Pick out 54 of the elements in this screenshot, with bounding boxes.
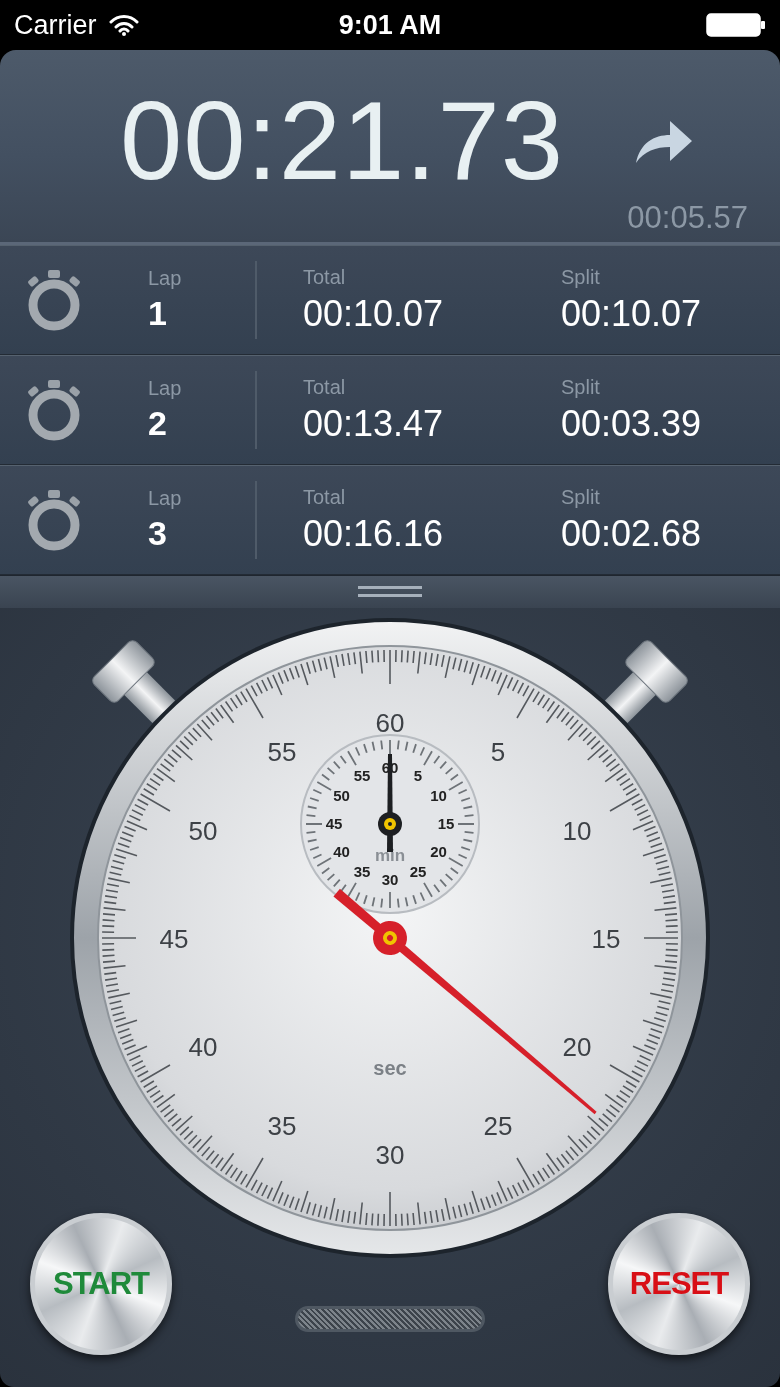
battery-icon xyxy=(706,13,766,37)
split-label: Split xyxy=(561,265,601,289)
dial-number: 35 xyxy=(267,1111,297,1142)
total-label: Total xyxy=(303,375,347,399)
split-label: Split xyxy=(561,485,601,509)
total-time: 00:13.47 xyxy=(303,402,445,445)
dial-number: 40 xyxy=(188,1032,218,1062)
lap-number: 2 xyxy=(148,404,168,443)
subdial-number: 35 xyxy=(353,863,371,881)
start-button[interactable]: START xyxy=(30,1213,172,1355)
dial-number: 25 xyxy=(483,1111,513,1142)
clock-time: 9:01 AM xyxy=(338,9,442,40)
subdial-number: 50 xyxy=(333,787,350,804)
carrier-name: Carrier xyxy=(14,9,97,41)
dial-number: 10 xyxy=(562,816,592,846)
subdial-number: 40 xyxy=(333,843,350,860)
crown-button[interactable] xyxy=(89,637,176,724)
dial-number: 30 xyxy=(375,1140,405,1170)
split-label: Split xyxy=(561,375,601,399)
dial-number: 5 xyxy=(490,736,506,767)
reset-button[interactable]: RESET xyxy=(608,1213,750,1355)
split-time: 00:03.39 xyxy=(561,402,702,445)
lap-label: Lap xyxy=(148,487,183,510)
split-time: 00:02.68 xyxy=(561,512,702,555)
dial-number: 15 xyxy=(591,924,621,954)
lap-label: Lap xyxy=(148,377,183,400)
dial-number: 20 xyxy=(562,1032,592,1062)
elapsed-time: 00:21.73 xyxy=(120,85,564,197)
dial-number: 60 xyxy=(375,708,405,738)
subdial-number: 45 xyxy=(325,815,343,832)
drag-handle-icon[interactable] xyxy=(358,585,422,599)
subdial-number: 5 xyxy=(413,766,423,784)
split-time: 00:10.07 xyxy=(561,292,702,335)
subdial-number: 30 xyxy=(381,871,399,888)
subdial-number: 20 xyxy=(430,843,447,860)
lap-number: 3 xyxy=(148,514,168,553)
second-unit: sec xyxy=(373,1057,407,1079)
dial-number: 50 xyxy=(188,816,218,846)
dial-number: 45 xyxy=(159,924,189,954)
total-label: Total xyxy=(303,485,347,509)
dial-number: 55 xyxy=(267,736,297,767)
lap-time: 00:05.57 xyxy=(627,200,748,236)
total-time: 00:10.07 xyxy=(303,292,445,335)
lap-label: Lap xyxy=(148,267,183,290)
subdial-number: 55 xyxy=(353,766,371,784)
subdial-number: 15 xyxy=(437,815,455,832)
subdial-number: 25 xyxy=(409,863,427,881)
crown-button[interactable] xyxy=(604,637,691,724)
total-time: 00:16.16 xyxy=(303,512,445,555)
total-label: Total xyxy=(303,265,347,289)
minute-unit: min xyxy=(374,846,406,865)
wifi-icon xyxy=(108,14,139,36)
lap-number: 1 xyxy=(148,294,168,333)
subdial-number: 10 xyxy=(430,787,447,804)
